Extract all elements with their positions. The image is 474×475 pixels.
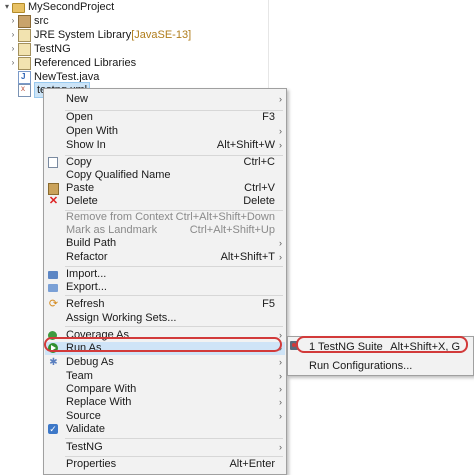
expand-chevron-icon[interactable]: › xyxy=(8,42,18,56)
menu-item-delete[interactable]: ✕ Delete Delete xyxy=(45,195,285,208)
menu-item-paste[interactable]: Paste Ctrl+V xyxy=(45,182,285,195)
export-icon xyxy=(48,284,58,292)
submenu-arrow-icon: › xyxy=(279,442,282,452)
submenu-arrow-icon: › xyxy=(279,397,282,407)
tree-item-jre[interactable]: › JRE System Library [JavaSE-13] xyxy=(8,28,191,42)
expand-chevron-icon[interactable]: › xyxy=(8,56,18,70)
tree-item-project[interactable]: ▾ MySecondProject xyxy=(2,0,114,14)
menu-item-copy-qualified-name[interactable]: Copy Qualified Name xyxy=(45,169,285,182)
menu-item-import[interactable]: Import... xyxy=(45,268,285,281)
shortcut-label: Alt+Shift+W xyxy=(216,139,275,151)
run-as-highlight-outline xyxy=(44,337,282,352)
menu-item-new[interactable]: New › xyxy=(45,93,285,106)
menu-item-show-in[interactable]: Show In Alt+Shift+W › xyxy=(45,139,285,152)
submenu-arrow-icon: › xyxy=(279,94,282,104)
submenu-arrow-icon: › xyxy=(279,411,282,421)
tree-item-src[interactable]: › src xyxy=(8,14,49,28)
menu-item-refresh[interactable]: ⟳ Refresh F5 xyxy=(45,298,285,311)
menu-item-export[interactable]: Export... xyxy=(45,281,285,294)
menu-item-remove-from-context: Remove from Context Ctrl+Alt+Shift+Down xyxy=(66,211,275,223)
view-divider xyxy=(268,0,269,96)
project-folder-icon xyxy=(12,2,25,13)
shortcut-label: Ctrl+C xyxy=(243,156,275,168)
context-menu: New › Open F3 Open With › Show In Alt+Sh… xyxy=(43,88,287,475)
library-icon xyxy=(18,42,31,56)
shortcut-label: Delete xyxy=(243,195,275,207)
menu-item-replace-with[interactable]: Replace With › xyxy=(45,396,285,409)
paste-icon xyxy=(48,183,59,195)
menu-item-testng[interactable]: TestNG › xyxy=(45,441,285,454)
submenu-arrow-icon: › xyxy=(279,371,282,381)
expand-chevron-icon[interactable]: › xyxy=(8,14,18,28)
menu-item-compare-with[interactable]: Compare With › xyxy=(45,383,285,396)
shortcut-label: F5 xyxy=(262,298,275,310)
submenu-arrow-icon: › xyxy=(279,140,282,150)
shortcut-label: F3 xyxy=(262,111,275,123)
tree-item-testng-lib[interactable]: › TestNG xyxy=(8,42,71,56)
menu-item-copy[interactable]: Copy Ctrl+C xyxy=(45,156,285,169)
tree-item-referenced-libraries[interactable]: › Referenced Libraries xyxy=(8,56,136,70)
submenu-arrow-icon: › xyxy=(279,126,282,136)
menu-separator xyxy=(65,326,283,327)
import-icon xyxy=(48,271,58,279)
menu-item-mark-as-landmark: Mark as Landmark Ctrl+Alt+Shift+Up xyxy=(66,224,275,236)
shortcut-label: Ctrl+Alt+Shift+Up xyxy=(189,224,275,236)
menu-item-refactor[interactable]: Refactor Alt+Shift+T › xyxy=(45,251,285,264)
library-icon xyxy=(18,28,31,42)
tree-item-label: JRE System Library xyxy=(34,29,132,41)
shortcut-label: Alt+Enter xyxy=(229,458,275,470)
menu-item-validate[interactable]: ✓ Validate xyxy=(45,423,285,436)
menu-item-debug-as[interactable]: ✱ Debug As › xyxy=(45,356,285,369)
submenu-arrow-icon: › xyxy=(279,384,282,394)
checkbox-checked-icon: ✓ xyxy=(48,424,58,434)
project-explorer-tree: ▾ MySecondProject › src › JRE System Lib… xyxy=(0,0,270,98)
testng-suite-highlight-outline xyxy=(296,336,468,353)
copy-icon xyxy=(48,157,58,168)
refresh-icon: ⟳ xyxy=(48,298,59,310)
tree-item-label: TestNG xyxy=(34,43,71,55)
shortcut-label: Ctrl+Alt+Shift+Down xyxy=(175,211,275,223)
delete-icon: ✕ xyxy=(48,195,59,207)
submenu-arrow-icon: › xyxy=(279,238,282,248)
menu-item-open[interactable]: Open F3 xyxy=(45,111,285,124)
debug-bug-icon: ✱ xyxy=(49,357,58,368)
menu-item-properties[interactable]: Properties Alt+Enter xyxy=(45,458,285,471)
menu-item-team[interactable]: Team › xyxy=(45,370,285,383)
expand-chevron-icon[interactable]: › xyxy=(8,28,18,42)
library-icon xyxy=(18,56,31,70)
menu-item-open-with[interactable]: Open With › xyxy=(45,125,285,138)
tree-item-label: Referenced Libraries xyxy=(34,57,137,69)
collapse-chevron-icon[interactable]: ▾ xyxy=(2,0,12,14)
menu-item-build-path[interactable]: Build Path › xyxy=(45,237,285,250)
package-folder-icon xyxy=(18,14,31,28)
menu-separator xyxy=(65,456,283,457)
xml-file-icon xyxy=(18,82,31,97)
menu-separator xyxy=(65,438,283,439)
project-name: MySecondProject xyxy=(28,1,115,13)
shortcut-label: Alt+Shift+T xyxy=(220,251,275,263)
menu-separator xyxy=(65,295,283,296)
submenu-item-run-configurations[interactable]: Run Configurations... xyxy=(289,360,472,373)
menu-item-source[interactable]: Source › xyxy=(45,410,285,423)
shortcut-label: Ctrl+V xyxy=(244,182,275,194)
submenu-arrow-icon: › xyxy=(279,357,282,367)
menu-separator xyxy=(65,266,283,267)
jre-version-decoration: [JavaSE-13] xyxy=(131,29,192,41)
tree-item-label: src xyxy=(34,15,49,27)
submenu-arrow-icon: › xyxy=(279,252,282,262)
menu-item-assign-working-sets[interactable]: Assign Working Sets... xyxy=(45,312,285,325)
